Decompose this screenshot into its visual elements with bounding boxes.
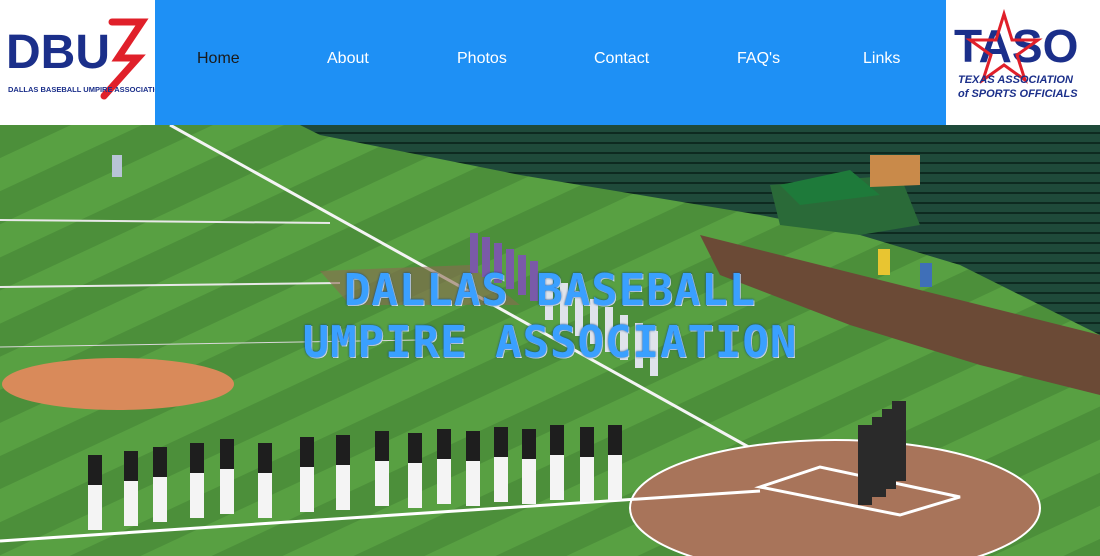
- dbua-logo-mark: DBU: [6, 26, 110, 79]
- site-header: DBU DALLAS BASEBALL UMPIRE ASSOCIATION H…: [0, 0, 1100, 125]
- nav-photos[interactable]: Photos: [457, 50, 507, 68]
- main-nav: Home About Photos Contact FAQ's Links: [155, 0, 946, 125]
- dbua-logo[interactable]: DBU DALLAS BASEBALL UMPIRE ASSOCIATION: [0, 0, 166, 125]
- hero-banner: DALLAS BASEBALL UMPIRE ASSOCIATION: [0, 125, 1100, 556]
- taso-logo-tagline-1: TEXAS ASSOCIATION: [958, 74, 1074, 86]
- nav-home[interactable]: Home: [197, 50, 240, 68]
- dbua-logo-tagline: DALLAS BASEBALL UMPIRE ASSOCIATION: [8, 85, 155, 94]
- nav-faqs[interactable]: FAQ's: [737, 50, 780, 68]
- taso-logo-mark: TASO: [954, 20, 1078, 72]
- nav-links[interactable]: Links: [863, 50, 900, 68]
- hero-title: DALLAS BASEBALL UMPIRE ASSOCIATION: [0, 265, 1100, 369]
- nav-about[interactable]: About: [327, 50, 369, 68]
- taso-logo[interactable]: TASO TEXAS ASSOCIATION of SPORTS OFFICIA…: [946, 0, 1100, 125]
- hero-title-line-1: DALLAS BASEBALL: [343, 265, 757, 316]
- hero-title-line-2: UMPIRE ASSOCIATION: [302, 317, 798, 368]
- nav-contact[interactable]: Contact: [594, 50, 649, 68]
- taso-logo-tagline-2: of SPORTS OFFICIALS: [958, 88, 1078, 100]
